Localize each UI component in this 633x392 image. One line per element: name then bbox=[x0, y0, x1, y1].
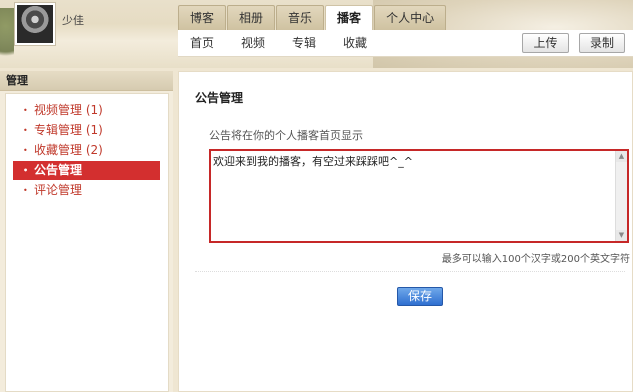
sidebar-item-label: 评论管理 bbox=[34, 183, 83, 197]
subnav-videos[interactable]: 视频 bbox=[241, 30, 265, 57]
sidebar-item-comment-management[interactable]: • 评论管理 bbox=[13, 181, 160, 200]
main-tabs: 博客 相册 音乐 播客 个人中心 bbox=[178, 5, 447, 32]
announcement-textarea-wrapper: ▲ ▼ bbox=[209, 149, 629, 243]
character-limit-note: 最多可以输入100个汉字或200个英文字符 bbox=[441, 254, 630, 265]
sidebar-item-video-management[interactable]: • 视频管理 (1) bbox=[13, 101, 160, 120]
main-content: 公告管理 公告将在你的个人播客首页显示 ▲ ▼ 最多可以输入100个汉字或200… bbox=[178, 71, 633, 392]
tab-blog[interactable]: 博客 bbox=[178, 5, 227, 30]
sidebar-menu: • 视频管理 (1) • 专辑管理 (1) • 收藏管理 (2) • 公告管理 … bbox=[6, 101, 168, 200]
avatar-image bbox=[17, 5, 53, 43]
announcement-hint: 公告将在你的个人播客首页显示 bbox=[209, 129, 363, 142]
sidebar-title: 管理 bbox=[0, 71, 173, 91]
sidebar-item-announcement-management[interactable]: • 公告管理 bbox=[13, 161, 160, 180]
sidebar-panel: • 视频管理 (1) • 专辑管理 (1) • 收藏管理 (2) • 公告管理 … bbox=[5, 93, 169, 392]
page-title: 公告管理 bbox=[195, 91, 244, 105]
sidebar: 管理 • 视频管理 (1) • 专辑管理 (1) • 收藏管理 (2) • 公告… bbox=[0, 71, 173, 392]
sidebar-item-label: 收藏管理 (2) bbox=[34, 143, 103, 157]
bullet-icon: • bbox=[23, 146, 28, 155]
subnav-albums[interactable]: 专辑 bbox=[292, 30, 316, 57]
subnav-home[interactable]: 首页 bbox=[190, 30, 214, 57]
subnav-favorites[interactable]: 收藏 bbox=[343, 30, 367, 57]
sidebar-item-label: 视频管理 (1) bbox=[34, 103, 103, 117]
leaf-decoration bbox=[0, 8, 14, 68]
tab-music[interactable]: 音乐 bbox=[276, 5, 325, 30]
tab-album[interactable]: 相册 bbox=[227, 5, 276, 30]
save-button[interactable]: 保存 bbox=[397, 287, 443, 306]
bullet-icon: • bbox=[23, 186, 28, 195]
bullet-icon: • bbox=[23, 166, 29, 175]
record-button[interactable]: 录制 bbox=[579, 33, 625, 53]
username[interactable]: 少佳 bbox=[62, 12, 84, 28]
header: 少佳 博客 相册 音乐 播客 个人中心 首页 视频 专辑 收藏 上传 录制 bbox=[0, 0, 633, 68]
announcement-textarea[interactable] bbox=[211, 151, 627, 241]
avatar[interactable] bbox=[14, 2, 56, 46]
tab-personal-center[interactable]: 个人中心 bbox=[374, 5, 447, 30]
bullet-icon: • bbox=[23, 106, 28, 115]
sidebar-item-label: 公告管理 bbox=[34, 163, 83, 177]
sidebar-item-favorites-management[interactable]: • 收藏管理 (2) bbox=[13, 141, 160, 160]
textarea-scrollbar[interactable]: ▲ ▼ bbox=[615, 151, 627, 241]
scroll-up-icon[interactable]: ▲ bbox=[616, 151, 627, 162]
tab-podcast[interactable]: 播客 bbox=[325, 5, 374, 32]
upload-button[interactable]: 上传 bbox=[522, 33, 569, 53]
divider bbox=[195, 271, 625, 272]
bullet-icon: • bbox=[23, 126, 28, 135]
scroll-down-icon[interactable]: ▼ bbox=[616, 230, 627, 241]
sidebar-item-album-management[interactable]: • 专辑管理 (1) bbox=[13, 121, 160, 140]
sidebar-item-label: 专辑管理 (1) bbox=[34, 123, 103, 137]
